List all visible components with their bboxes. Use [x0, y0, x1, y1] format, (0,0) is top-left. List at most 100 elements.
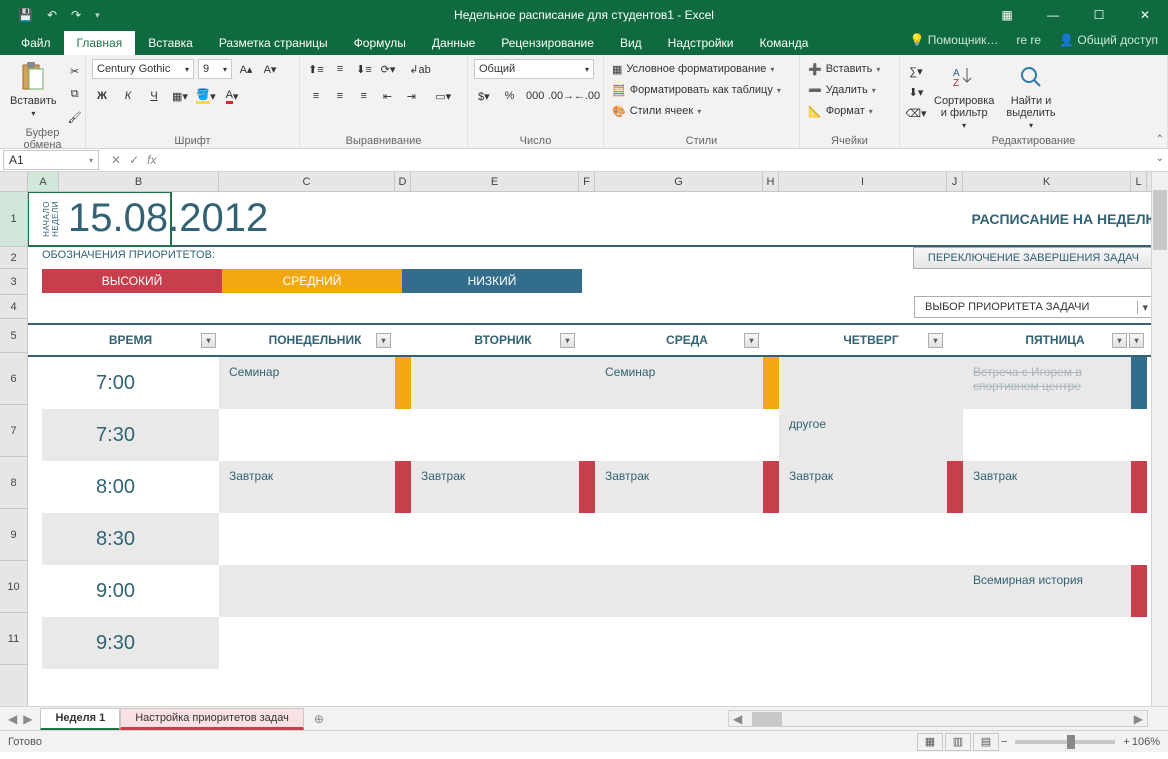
- collapse-ribbon-icon[interactable]: ⌃: [1156, 134, 1164, 145]
- clear-icon[interactable]: ⌫▾: [906, 103, 926, 123]
- shrink-font-icon[interactable]: A▾: [260, 59, 280, 79]
- filter-fri-icon[interactable]: ▾: [1112, 333, 1127, 348]
- align-bottom-icon[interactable]: ⬇≡: [354, 59, 374, 79]
- tab-home[interactable]: Главная: [64, 31, 136, 55]
- cell-time-900[interactable]: 9:00: [42, 565, 219, 617]
- minimize-button[interactable]: —: [1030, 0, 1076, 30]
- align-center-icon[interactable]: ≡: [330, 86, 350, 106]
- cell-thu-800[interactable]: Завтрак: [779, 461, 947, 513]
- row-9[interactable]: 9: [0, 509, 27, 561]
- view-normal-icon[interactable]: ▦: [917, 733, 943, 751]
- row-1[interactable]: 1: [0, 192, 27, 247]
- cell-styles-button[interactable]: 🎨Стили ячеек▾: [610, 101, 793, 121]
- cell-time-730[interactable]: 7:30: [42, 409, 219, 461]
- cell-mon-730[interactable]: [219, 409, 395, 461]
- tab-layout[interactable]: Разметка страницы: [206, 31, 341, 55]
- inc-decimal-icon[interactable]: .00→: [551, 86, 571, 106]
- tab-addins[interactable]: Надстройки: [655, 31, 747, 55]
- align-left-icon[interactable]: ≡: [306, 86, 326, 106]
- sheet-tab-priorities[interactable]: Настройка приоритетов задач: [120, 708, 304, 730]
- fill-icon[interactable]: ⬇▾: [906, 82, 926, 102]
- select-all-corner[interactable]: [0, 172, 28, 191]
- dec-decimal-icon[interactable]: ←.00: [577, 86, 597, 106]
- indent-inc-icon[interactable]: ⇥: [401, 86, 421, 106]
- tab-data[interactable]: Данные: [419, 31, 488, 55]
- filter-time-icon[interactable]: ▾: [201, 333, 216, 348]
- tab-view[interactable]: Вид: [607, 31, 655, 55]
- fill-color-icon[interactable]: 🪣▾: [196, 86, 216, 106]
- enter-formula-icon[interactable]: ✓: [129, 153, 139, 167]
- cell-time-930[interactable]: 9:30: [42, 617, 219, 669]
- col-I[interactable]: I: [779, 172, 947, 191]
- cell-mon-800[interactable]: Завтрак: [219, 461, 395, 513]
- col-J[interactable]: J: [947, 172, 963, 191]
- format-cells-button[interactable]: 📐Формат▾: [806, 101, 893, 121]
- maximize-button[interactable]: ☐: [1076, 0, 1122, 30]
- cell-wed-800[interactable]: Завтрак: [595, 461, 763, 513]
- cell-fri-800[interactable]: Завтрак: [963, 461, 1131, 513]
- toggle-completion-button[interactable]: ПЕРЕКЛЮЧЕНИЕ ЗАВЕРШЕНИЯ ЗАДАЧ: [913, 247, 1154, 269]
- cancel-formula-icon[interactable]: ✕: [111, 153, 121, 167]
- paste-button[interactable]: Вставить ▾: [6, 59, 61, 120]
- cell-time-700[interactable]: 7:00: [42, 357, 219, 409]
- cell-wed-730[interactable]: [595, 409, 763, 461]
- filter-wed-icon[interactable]: ▾: [744, 333, 759, 348]
- grow-font-icon[interactable]: A▴: [236, 59, 256, 79]
- add-sheet-icon[interactable]: ⊕: [304, 712, 334, 726]
- zoom-slider[interactable]: [1015, 740, 1115, 744]
- merge-icon[interactable]: ▭▾: [425, 86, 461, 106]
- currency-icon[interactable]: $▾: [474, 86, 494, 106]
- tab-formulas[interactable]: Формулы: [341, 31, 419, 55]
- align-top-icon[interactable]: ⬆≡: [306, 59, 326, 79]
- redo-icon[interactable]: ↷: [71, 8, 81, 22]
- col-B[interactable]: B: [59, 172, 219, 191]
- save-icon[interactable]: 💾: [18, 8, 33, 22]
- close-button[interactable]: ✕: [1122, 0, 1168, 30]
- filter-tue-icon[interactable]: ▾: [560, 333, 575, 348]
- underline-button[interactable]: Ч: [144, 86, 164, 106]
- wrap-text-icon[interactable]: ↲ab: [402, 59, 438, 79]
- view-pagelayout-icon[interactable]: ▥: [945, 733, 971, 751]
- name-box[interactable]: A1▾: [3, 150, 99, 170]
- bold-button[interactable]: Ж: [92, 86, 112, 106]
- row-3[interactable]: 3: [0, 269, 27, 295]
- col-H[interactable]: H: [763, 172, 779, 191]
- tellme-box[interactable]: 💡 Помощник…: [909, 33, 998, 47]
- cell-fri-900[interactable]: Всемирная история: [963, 565, 1131, 617]
- user-name[interactable]: re re: [1016, 33, 1041, 47]
- col-E[interactable]: E: [411, 172, 579, 191]
- cell-wed-700[interactable]: Семинар: [595, 357, 763, 409]
- find-select-button[interactable]: Найти и выделить▾: [1002, 59, 1059, 132]
- tab-file[interactable]: Файл: [8, 31, 64, 55]
- conditional-formatting-button[interactable]: ▦Условное форматирование▾: [610, 59, 793, 79]
- autosum-icon[interactable]: ∑▾: [906, 61, 926, 81]
- cell-thu-700[interactable]: [779, 357, 947, 409]
- insert-cells-button[interactable]: ➕Вставить▾: [806, 59, 893, 79]
- filter-extra-icon[interactable]: ▾: [1129, 333, 1144, 348]
- row-6[interactable]: 6: [0, 353, 27, 405]
- number-format-select[interactable]: Общий▾: [474, 59, 594, 79]
- zoom-in-icon[interactable]: +: [1123, 736, 1129, 748]
- font-color-icon[interactable]: A▾: [222, 86, 242, 106]
- sort-filter-button[interactable]: AZ Сортировка и фильтр▾: [930, 59, 998, 132]
- priority-select-dropdown[interactable]: ВЫБОР ПРИОРИТЕТА ЗАДАЧИ: [914, 296, 1154, 318]
- col-D[interactable]: D: [395, 172, 411, 191]
- qat-more-icon[interactable]: ▾: [95, 10, 100, 21]
- tab-team[interactable]: Команда: [747, 31, 822, 55]
- font-size-select[interactable]: 9▾: [198, 59, 232, 79]
- sheet-tab-week1[interactable]: Неделя 1: [40, 708, 120, 730]
- row-5[interactable]: 5: [0, 319, 27, 353]
- filter-thu-icon[interactable]: ▾: [928, 333, 943, 348]
- cell-mon-700[interactable]: Семинар: [219, 357, 395, 409]
- row-2[interactable]: 2: [0, 247, 27, 269]
- col-F[interactable]: F: [579, 172, 595, 191]
- vertical-scrollbar[interactable]: [1151, 172, 1168, 706]
- formula-input[interactable]: [168, 150, 1168, 170]
- row-10[interactable]: 10: [0, 561, 27, 613]
- col-G[interactable]: G: [595, 172, 763, 191]
- row-8[interactable]: 8: [0, 457, 27, 509]
- col-K[interactable]: K: [963, 172, 1131, 191]
- view-pagebreak-icon[interactable]: ▤: [973, 733, 999, 751]
- cell-tue-700[interactable]: [411, 357, 579, 409]
- expand-formula-icon[interactable]: ⌄: [1156, 153, 1164, 164]
